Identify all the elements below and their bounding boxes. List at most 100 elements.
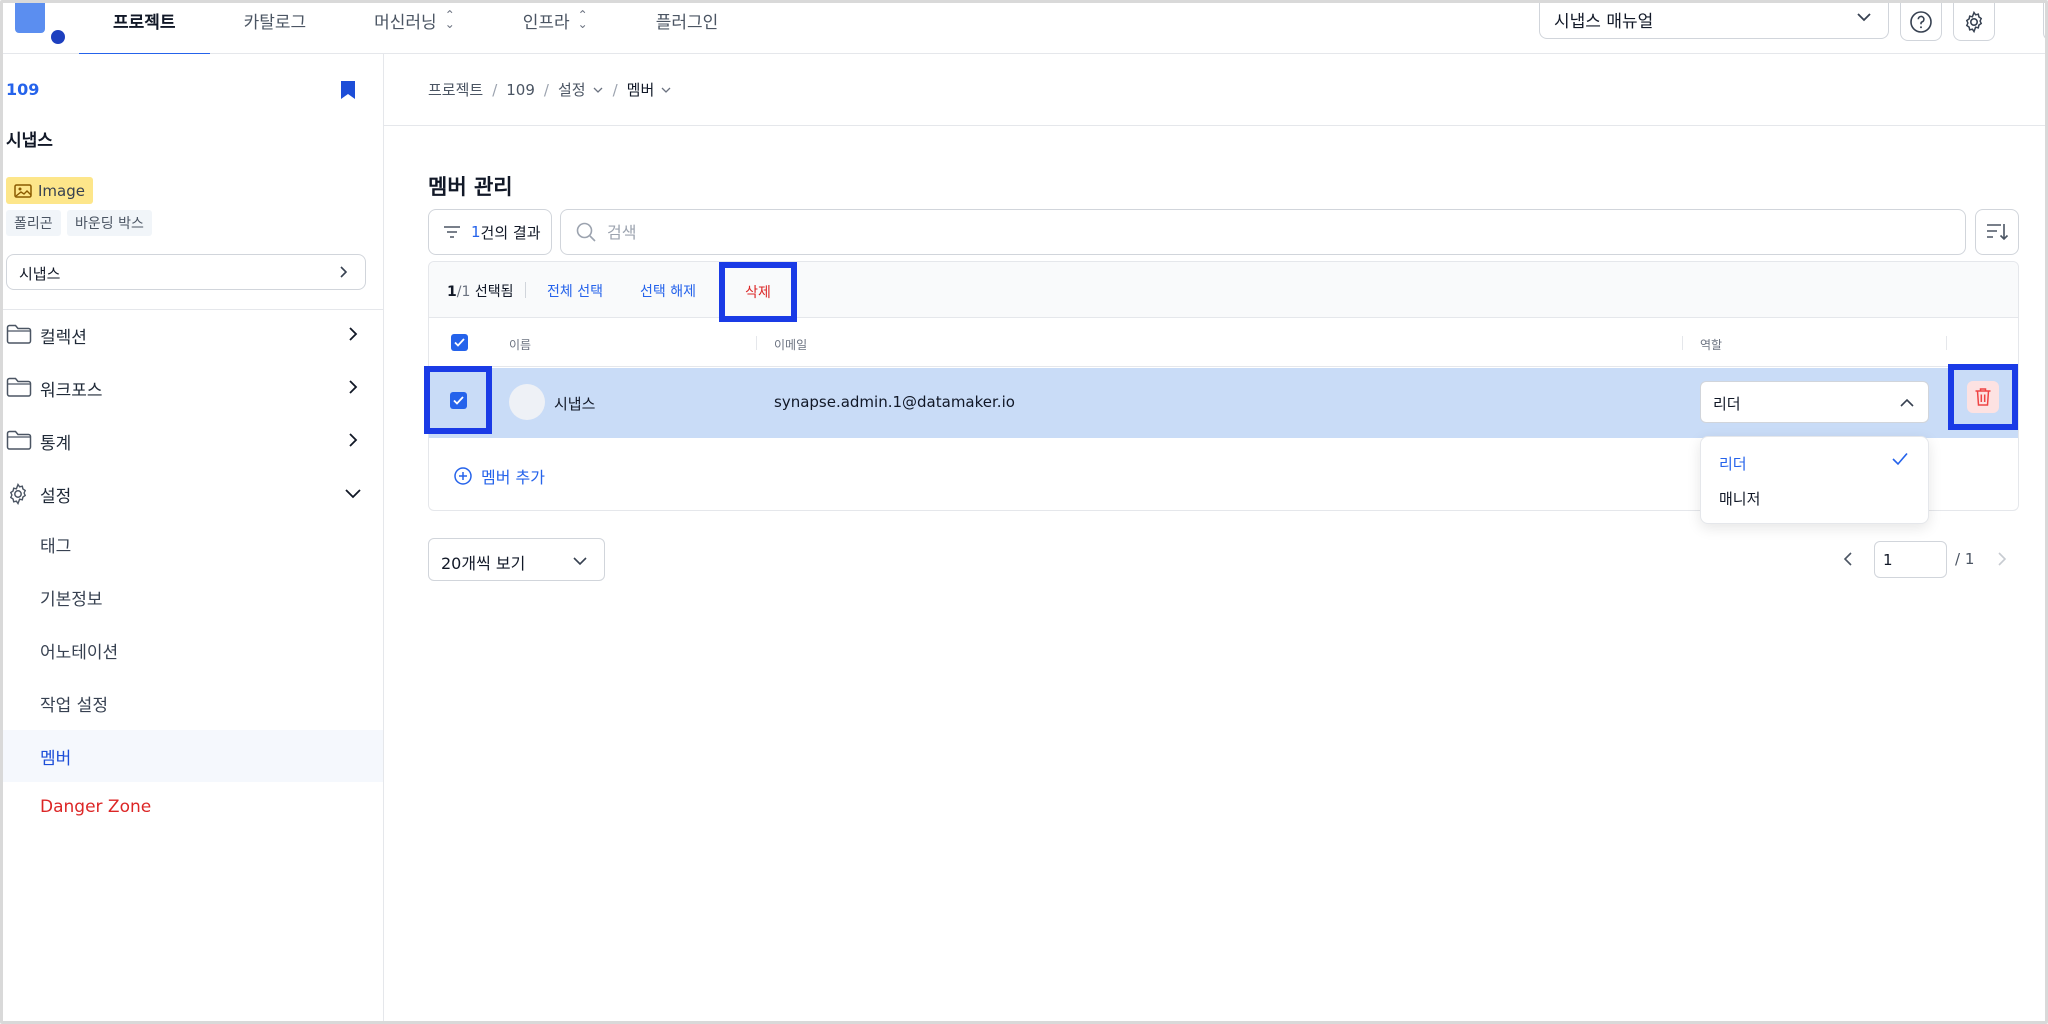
delete-row-button[interactable] [1967, 381, 1999, 413]
sidebar-subitem-annotation[interactable]: 어노테이션 [3, 624, 383, 676]
delete-selected-button[interactable]: 삭제 [719, 262, 797, 322]
image-icon [14, 183, 32, 198]
app-window: 프로젝트 카탈로그 머신러닝⌃⌄ 인프라⌃⌄ 플러그인 시냅스 매뉴얼 시 10… [0, 0, 2048, 1024]
tab-machine-learning[interactable]: 머신러닝 ⌃ ⌄ [340, 3, 489, 54]
column-header-name: 이름 [509, 338, 532, 352]
chevron-up-icon [1900, 398, 1914, 407]
page-number-input[interactable]: 1 [1874, 541, 1947, 578]
user-avatar-button[interactable]: 시 [2043, 3, 2045, 41]
row-checkbox[interactable] [449, 391, 467, 409]
chevron-right-icon [340, 266, 348, 278]
check-icon [454, 338, 465, 347]
page-size-select[interactable]: 20개씩 보기 [428, 538, 605, 581]
project-tag: 폴리곤 [6, 210, 61, 236]
divider [525, 282, 526, 298]
role-select[interactable]: 리더 [1700, 381, 1929, 423]
deselect-button[interactable]: 선택 해제 [640, 281, 696, 301]
chevron-down-icon [1857, 13, 1871, 22]
breadcrumb-item[interactable]: 설정 [558, 79, 586, 100]
header-divider [384, 125, 2045, 126]
folder-icon [6, 324, 32, 344]
sidebar-subitem-members[interactable]: 멤버 [3, 730, 383, 782]
add-member-button[interactable]: 멤버 추가 [453, 464, 545, 488]
sidebar-subitem-tags[interactable]: 태그 [3, 518, 383, 570]
sort-button[interactable] [1975, 209, 2019, 255]
project-tag: 바운딩 박스 [67, 210, 152, 236]
select-all-checkbox[interactable] [451, 334, 468, 351]
expand-updown-icon: ⌃ ⌄ [444, 8, 455, 31]
check-icon [1892, 452, 1908, 466]
tab-catalog[interactable]: 카탈로그 [210, 3, 341, 54]
search-field [560, 209, 1966, 255]
app-logo[interactable] [13, 3, 65, 44]
chevron-left-icon[interactable] [1839, 550, 1857, 568]
column-header-email: 이메일 [774, 338, 808, 352]
sidebar-subitem-basic-info[interactable]: 기본정보 [3, 571, 383, 623]
trash-icon [1975, 388, 1991, 406]
column-separator [1682, 336, 1683, 350]
help-button[interactable] [1900, 3, 1942, 41]
search-input[interactable] [607, 222, 1907, 242]
sidebar-item-workforce[interactable]: 워크포스 [3, 363, 383, 413]
tab-projects[interactable]: 프로젝트 [79, 3, 210, 55]
project-type-badge: Image [6, 177, 93, 204]
bookmark-icon [341, 81, 355, 99]
role-option-manager[interactable]: 매니저 [1719, 488, 1760, 509]
chevron-right-icon [349, 380, 358, 394]
role-dropdown-menu: 리더 매니저 [1700, 436, 1929, 524]
chevron-down-icon [573, 557, 587, 566]
column-separator [756, 336, 757, 350]
breadcrumb-item[interactable]: 109 [506, 81, 535, 99]
expand-updown-icon: ⌃ ⌄ [577, 8, 588, 31]
chevron-down-icon [345, 489, 361, 499]
member-email: synapse.admin.1@datamaker.io [774, 393, 1015, 411]
chevron-right-icon[interactable] [1993, 550, 2011, 568]
sidebar-subitem-danger-zone[interactable]: Danger Zone [3, 783, 383, 835]
plus-circle-icon [454, 467, 472, 485]
top-bar: 프로젝트 카탈로그 머신러닝⌃⌄ 인프라⌃⌄ 플러그인 시냅스 매뉴얼 시 [3, 3, 2045, 55]
sidebar-subitem-work-settings[interactable]: 작업 설정 [3, 677, 383, 729]
manual-select[interactable]: 시냅스 매뉴얼 [1539, 3, 1889, 39]
gear-icon [1965, 10, 1983, 33]
breadcrumb-item[interactable]: 멤버 [627, 79, 655, 100]
breadcrumb-separator: / [543, 80, 549, 99]
sort-icon [1987, 224, 2009, 241]
chevron-down-icon[interactable] [660, 84, 672, 96]
selection-count: 1/1 선택됨 [447, 284, 514, 300]
table-row[interactable]: 시냅스 synapse.admin.1@datamaker.io 리더 [424, 364, 2018, 438]
role-option-leader[interactable]: 리더 [1719, 453, 1747, 474]
folder-icon [6, 430, 32, 450]
page-total: / 1 [1955, 550, 1975, 568]
sidebar-item-settings[interactable]: 설정 [3, 469, 383, 519]
delete-row-highlight [1948, 364, 2018, 430]
sidebar-item-statistics[interactable]: 통계 [3, 416, 383, 466]
breadcrumb: 프로젝트 / 109 / 설정 / 멤버 [428, 79, 672, 100]
breadcrumb-separator: / [612, 80, 618, 99]
gear-icon [9, 483, 27, 505]
search-icon [576, 222, 596, 242]
settings-button[interactable] [1953, 3, 1995, 41]
chevron-right-icon [349, 327, 358, 341]
top-nav: 프로젝트 카탈로그 머신러닝 ⌃ ⌄ 인프라 ⌃ ⌄ 플러그인 [79, 3, 753, 55]
page-title: 멤버 관리 [428, 175, 513, 199]
breadcrumb-item[interactable]: 프로젝트 [428, 79, 483, 100]
help-icon [1910, 10, 1932, 33]
column-separator [1946, 336, 1947, 350]
member-name: 시냅스 [554, 395, 596, 413]
sidebar: 109 시냅스 Image 폴리곤 바운딩 박스 시냅스 컬렉션 워크포스 통계 [3, 54, 384, 1021]
tab-infra[interactable]: 인프라 ⌃ ⌄ [489, 3, 622, 54]
folder-icon [6, 377, 32, 397]
tab-plugins[interactable]: 플러그인 [622, 3, 753, 54]
breadcrumb-separator: / [492, 80, 498, 99]
row-checkbox-highlight [424, 366, 492, 434]
project-name: 시냅스 [6, 131, 53, 151]
filter-icon [444, 226, 460, 238]
filter-button[interactable]: 1 건의 결과 [428, 209, 552, 255]
column-header-role: 역할 [1700, 338, 1723, 352]
avatar [509, 384, 545, 420]
select-all-button[interactable]: 전체 선택 [547, 281, 603, 301]
project-select[interactable]: 시냅스 [6, 254, 366, 290]
chevron-down-icon[interactable] [592, 84, 604, 96]
bookmark-button[interactable] [340, 80, 356, 104]
sidebar-item-collections[interactable]: 컬렉션 [3, 310, 383, 360]
